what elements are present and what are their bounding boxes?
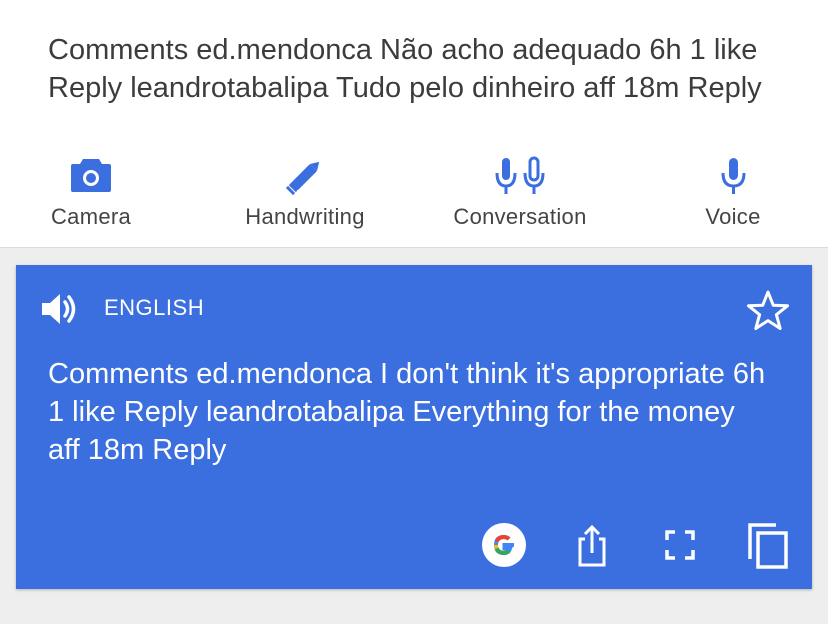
voice-label: Voice [705,204,761,229]
camera-mode-button[interactable]: Camera [36,152,146,231]
source-panel: Comments ed.mendonca Não acho adequado 6… [0,0,828,248]
fullscreen-icon [665,530,695,560]
save-star-button[interactable] [744,287,792,335]
camera-icon [51,152,131,196]
handwriting-label: Handwriting [245,204,365,229]
google-search-button[interactable] [480,521,528,569]
translation-card: ENGLISH Comments ed.mendonca I don't thi… [16,265,812,589]
conversation-mode-button[interactable]: Conversation [440,152,600,231]
fullscreen-button[interactable] [656,521,704,569]
copy-icon [748,523,788,569]
share-icon [578,524,606,567]
share-button[interactable] [568,521,616,569]
speaker-icon [42,294,76,324]
star-outline-icon [747,290,789,330]
google-g-icon [482,523,526,567]
conversation-mics-icon [480,152,560,196]
speaker-button[interactable] [38,287,82,331]
target-language-label: ENGLISH [104,295,205,320]
voice-mode-button[interactable]: Voice [692,152,774,231]
copy-button[interactable] [744,521,792,569]
handwriting-mode-button[interactable]: Handwriting [230,152,380,231]
pen-icon [265,152,345,196]
conversation-label: Conversation [453,204,587,229]
source-text[interactable]: Comments ed.mendonca Não acho adequado 6… [48,31,788,107]
camera-label: Camera [50,204,132,229]
mic-icon [693,152,773,196]
translation-text[interactable]: Comments ed.mendonca I don't think it's … [48,355,768,469]
